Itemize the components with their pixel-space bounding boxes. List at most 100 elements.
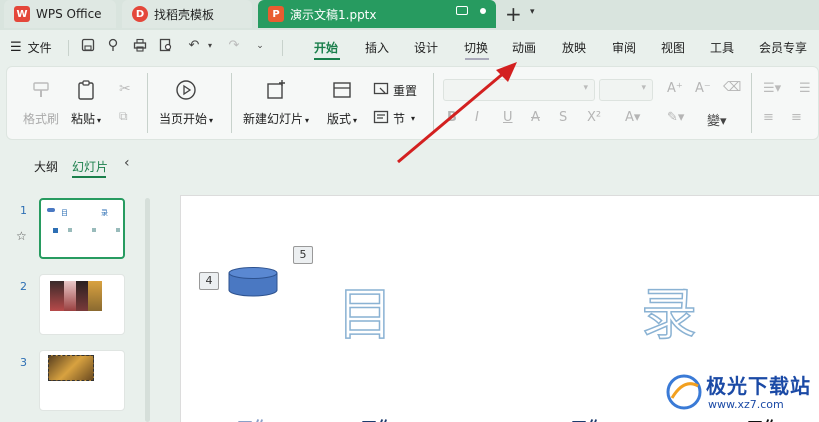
undo-icon[interactable]: ↶ — [186, 38, 202, 54]
chevron-down-icon: ▾ — [353, 116, 358, 125]
reset-label: 重置 — [393, 84, 418, 98]
print-preview-icon[interactable] — [158, 38, 174, 54]
chevron-down-icon: ▾ — [305, 116, 310, 125]
cylinder-shape[interactable] — [227, 266, 279, 298]
tab-home[interactable]: 开始 — [314, 39, 338, 56]
cylinder-shape-mini — [47, 208, 55, 212]
italic-icon: I — [475, 110, 479, 125]
hamburger-icon[interactable]: ☰ — [10, 40, 22, 55]
tab-slides[interactable]: 幻灯片 — [72, 158, 108, 175]
animation-tag-5[interactable]: 5 — [293, 246, 313, 264]
layout-button[interactable]: 版式 ▾ — [327, 79, 357, 127]
tab-outline[interactable]: 大纲 — [34, 158, 58, 175]
slide-thumbnail-1[interactable]: 目 录 — [39, 198, 125, 259]
tab-docer-templates[interactable]: D 找稻壳模板 — [122, 0, 252, 28]
photo-thumb — [64, 281, 76, 311]
underline-icon: U — [503, 110, 513, 125]
file-menu[interactable]: 文件 — [28, 39, 52, 56]
tab-presentation[interactable]: P 演示文稿1.pptx — [258, 0, 496, 28]
decrease-font-icon: A⁻ — [695, 81, 711, 96]
photo-thumb — [50, 281, 64, 311]
title-char-right: 录 — [101, 209, 108, 217]
bullet-list-icon: ☰▾ — [763, 81, 782, 96]
more-icon[interactable]: ⌄ — [252, 38, 268, 54]
tab-wps-office[interactable]: W WPS Office — [4, 0, 116, 28]
active-tab-indicator — [314, 58, 340, 60]
active-tab-indicator — [72, 176, 106, 178]
bullet-mini — [116, 228, 120, 232]
divider — [231, 73, 232, 133]
docer-icon: D — [132, 6, 148, 22]
numbered-list-icon: ☰ — [799, 81, 811, 96]
new-slide-icon — [265, 79, 287, 101]
photo-thumb — [76, 281, 88, 311]
shadow-icon: S — [559, 110, 568, 125]
play-from-current-button[interactable]: 当页开始 ▾ — [159, 79, 213, 127]
section-label: 节 — [393, 112, 406, 126]
redo-icon: ↷ — [228, 38, 240, 53]
save-icon[interactable] — [80, 38, 96, 54]
paste-button[interactable]: 粘贴 ▾ — [71, 79, 101, 127]
tab-animation[interactable]: 动画 — [512, 39, 536, 56]
reset-icon — [373, 81, 389, 100]
title-char-right[interactable]: 录 — [640, 270, 698, 351]
brush-icon — [30, 79, 52, 101]
tab-design[interactable]: 设计 — [414, 39, 438, 56]
star-icon[interactable]: ☆ — [16, 229, 27, 243]
layout-icon — [331, 79, 353, 101]
slide-thumbnail-2[interactable] — [39, 274, 125, 335]
divider — [68, 40, 69, 56]
title-char-left[interactable]: 目 — [336, 270, 394, 351]
export-pdf-icon[interactable] — [106, 38, 122, 54]
clipboard-icon — [75, 79, 97, 101]
slide-number: 3 — [20, 356, 27, 369]
font-family-select: ▾ — [443, 79, 595, 101]
slide-number: 2 — [20, 280, 27, 293]
tab-label: 找稻壳模板 — [154, 7, 215, 22]
tab-transitions[interactable]: 切换 — [464, 39, 488, 56]
slide-thumbnail-3[interactable] — [39, 350, 125, 411]
new-tab-button[interactable]: + — [505, 2, 522, 26]
watermark: 极光下载站 www.xz7.com — [664, 370, 814, 418]
bullet-mini — [53, 228, 58, 233]
unsaved-dot-icon — [480, 7, 486, 14]
chevron-down-icon: ▾ — [209, 116, 214, 125]
monitor-icon[interactable] — [456, 6, 468, 15]
bullet-mini — [92, 228, 96, 232]
tab-insert[interactable]: 插入 — [365, 39, 389, 56]
paste-label: 粘贴 — [71, 112, 96, 126]
tab-review[interactable]: 审阅 — [612, 39, 636, 56]
animation-tag-4[interactable]: 4 — [199, 272, 219, 290]
phonetic-guide-icon[interactable]: 變▾ — [707, 110, 727, 129]
print-icon[interactable] — [132, 38, 148, 54]
layout-label: 版式 — [327, 112, 352, 126]
content-fragment: 工作 — [361, 414, 393, 422]
title-bar: W WPS Office D 找稻壳模板 P 演示文稿1.pptx + ▾ — [0, 0, 819, 30]
divider — [433, 73, 434, 133]
section-button[interactable]: 节 ▾ — [373, 109, 415, 128]
chevron-down-icon: ▾ — [411, 114, 416, 123]
tab-slideshow[interactable]: 放映 — [562, 39, 586, 56]
tab-label: WPS Office — [36, 7, 102, 21]
tab-member[interactable]: 会员专享 — [759, 39, 807, 56]
title-char-left: 目 — [61, 209, 68, 217]
chevron-down-icon: ▾ — [583, 83, 588, 93]
bold-icon: B — [447, 110, 457, 125]
photo-thumb — [88, 281, 102, 311]
tab-tools[interactable]: 工具 — [710, 39, 734, 56]
highlight-icon: ✎▾ — [667, 110, 685, 125]
reset-button[interactable]: 重置 — [373, 81, 417, 100]
panel-scrollbar[interactable] — [145, 198, 150, 422]
new-slide-label: 新建幻灯片 — [243, 112, 304, 126]
wps-logo-icon: W — [14, 6, 30, 22]
divider — [147, 73, 148, 133]
align-left-icon: ≡ — [763, 110, 774, 125]
chevron-down-icon[interactable]: ▾ — [202, 38, 218, 54]
tab-view[interactable]: 视图 — [661, 39, 685, 56]
chevron-down-icon[interactable]: ▾ — [530, 7, 535, 17]
collapse-panel-icon[interactable]: ‹ — [124, 155, 130, 171]
divider — [282, 40, 283, 56]
superscript-icon: X² — [587, 110, 602, 125]
slide-number: 1 — [20, 204, 27, 217]
new-slide-button[interactable]: 新建幻灯片 ▾ — [243, 79, 309, 127]
